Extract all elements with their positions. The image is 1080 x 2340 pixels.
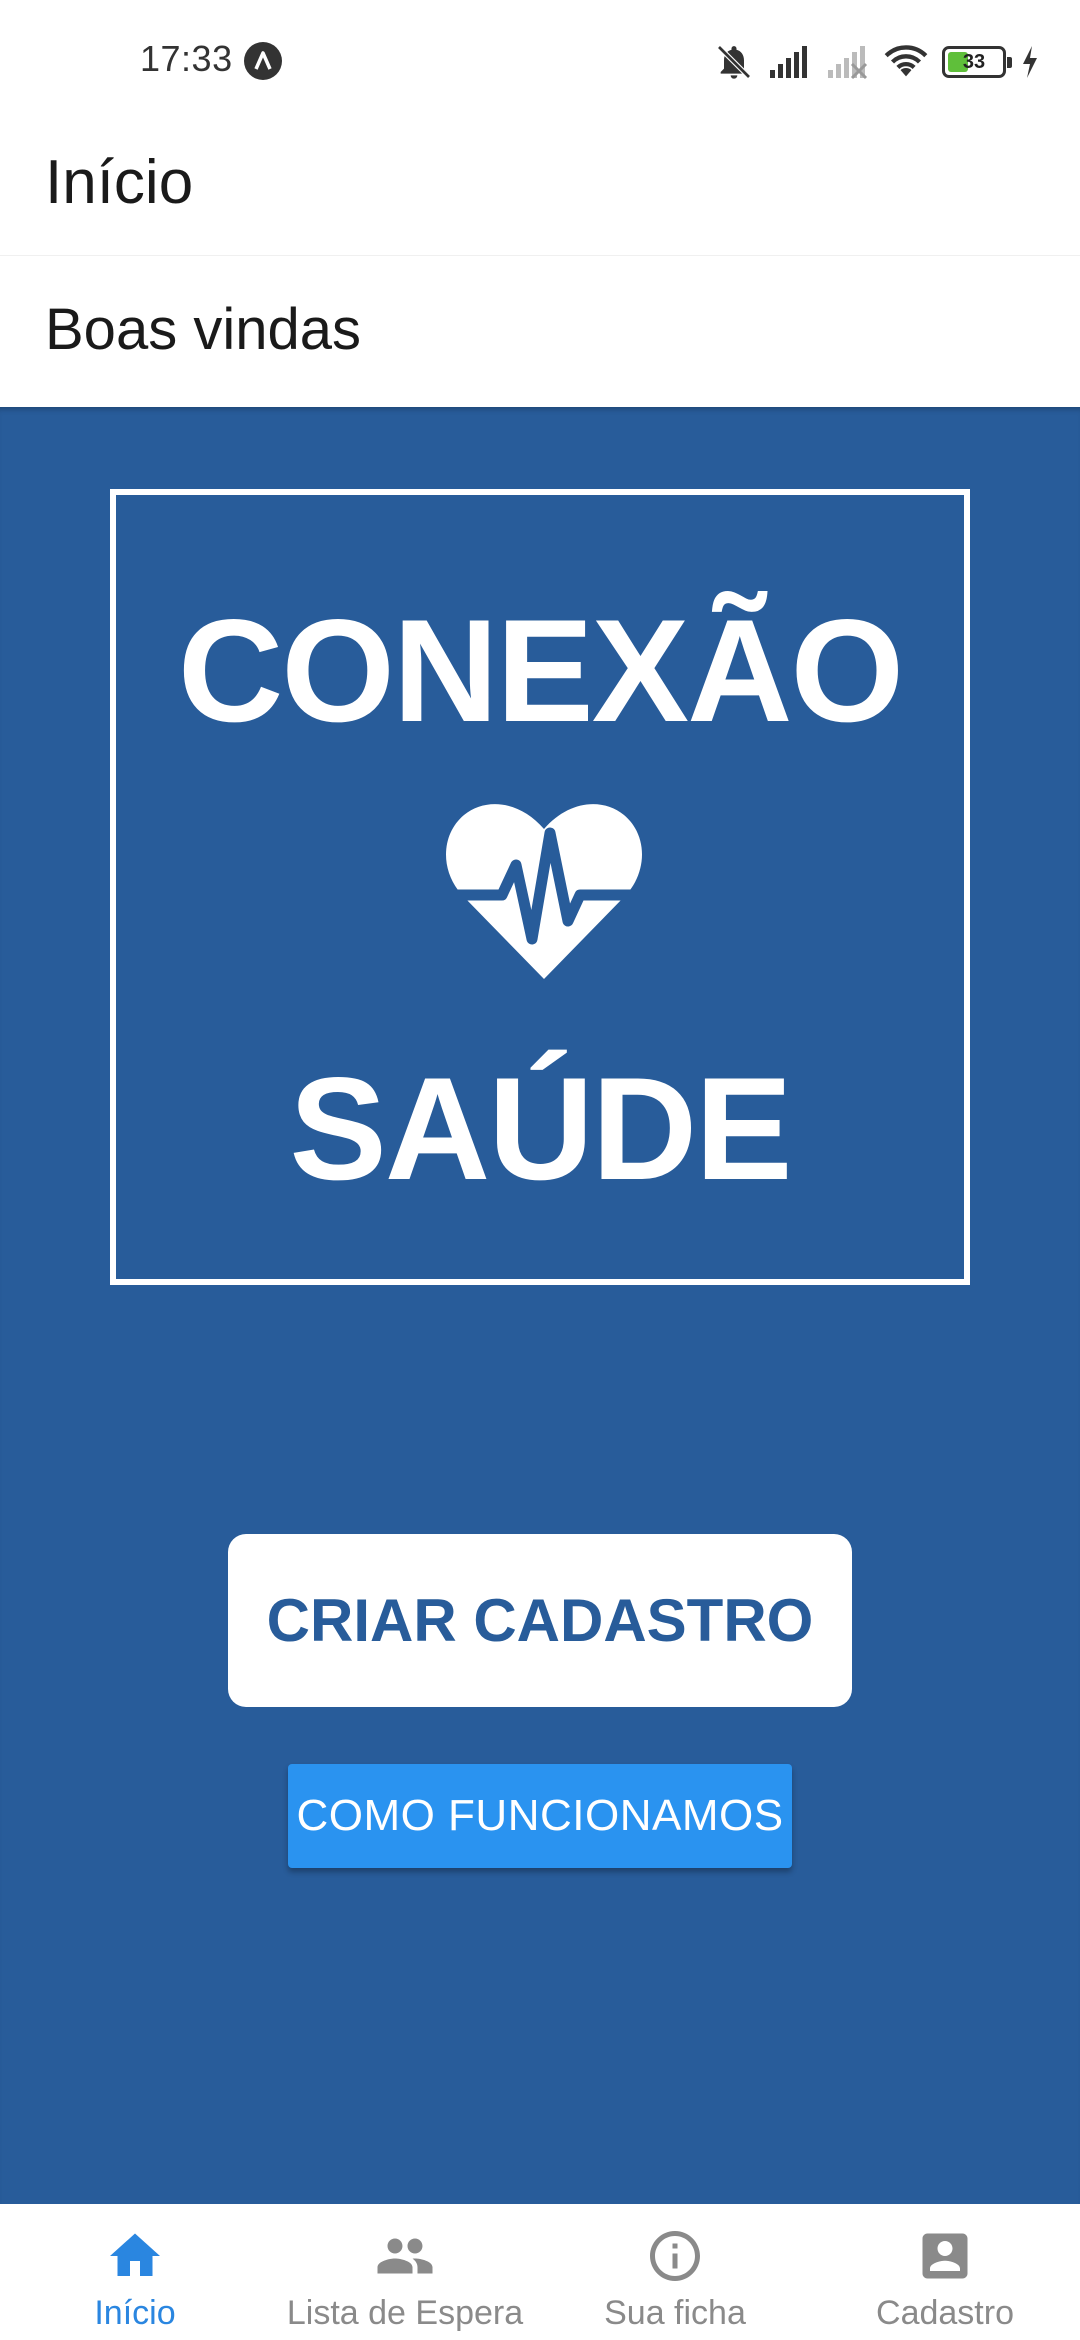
info-icon [645, 2226, 705, 2286]
battery-icon: 33 [942, 46, 1012, 78]
section-title: Boas vindas [45, 297, 361, 362]
logo-text-line2: SAÚDE [289, 1047, 792, 1210]
app-header: Início [0, 125, 1080, 255]
create-account-button[interactable]: CRIAR CADASTRO [228, 1534, 852, 1707]
signal-icon [768, 44, 812, 80]
app-logo: CONEXÃO SAÚDE [110, 489, 970, 1285]
account-box-icon [915, 2226, 975, 2286]
wifi-icon [884, 44, 928, 80]
bottom-navigation: Início Lista de Espera Sua ficha Cadastr… [0, 2204, 1080, 2340]
nav-item-sua-ficha[interactable]: Sua ficha [540, 2204, 810, 2340]
signal-empty-icon [826, 44, 870, 80]
status-icons: 33 [714, 40, 1040, 84]
nav-item-lista-de-espera[interactable]: Lista de Espera [270, 2204, 540, 2340]
home-icon [105, 2226, 165, 2286]
nav-item-inicio[interactable]: Início [0, 2204, 270, 2340]
nav-label: Cadastro [876, 2294, 1014, 2332]
sub-header: Boas vindas [0, 255, 1080, 407]
app-notification-icon [244, 42, 282, 80]
status-bar: 17:33 33 [0, 0, 1080, 125]
nav-label: Sua ficha [604, 2294, 746, 2332]
how-it-works-button[interactable]: COMO FUNCIONAMOS [288, 1764, 792, 1868]
bell-off-icon [714, 42, 754, 82]
charging-icon [1020, 44, 1040, 80]
nav-label: Início [94, 2294, 176, 2332]
main-content: CONEXÃO SAÚDE CRIAR CADASTRO COMO FUNCIO… [0, 407, 1080, 2204]
heart-pulse-icon [446, 804, 642, 979]
nav-item-cadastro[interactable]: Cadastro [810, 2204, 1080, 2340]
battery-level: 33 [962, 51, 986, 73]
status-time: 17:33 [140, 38, 233, 79]
nav-label: Lista de Espera [286, 2294, 524, 2332]
logo-text-line1: CONEXÃO [177, 589, 904, 752]
page-title: Início [45, 148, 194, 217]
people-icon [375, 2226, 435, 2286]
